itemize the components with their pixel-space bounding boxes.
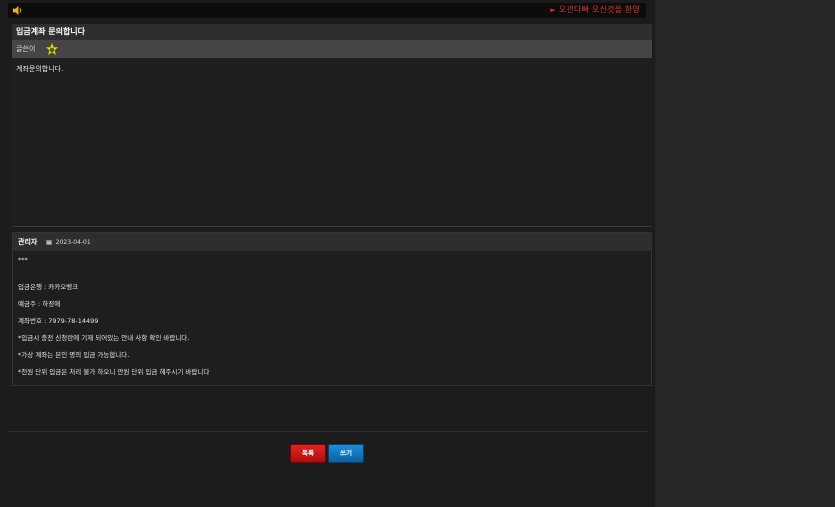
list-button[interactable]: 목록 [290,444,326,463]
reply-body: *** 입금은행 : 카카오뱅크 예금주 : 하정애 계좌번호 : 7979-7… [13,251,651,376]
notice-ticker: ► 오관다빠 오신것을 환영 [550,4,640,15]
reply-line: 입금은행 : 카카오뱅크 [18,283,79,291]
reply-header: 관리자 2023-04-01 [13,233,651,251]
post-author-label: 글쓴이 [16,45,36,53]
megaphone-icon: ► [550,6,556,14]
post-body: 계좌문의합니다. [16,65,64,73]
reply-comment: 관리자 2023-04-01 *** 입금은행 : 카카오뱅크 예금주 : 하정… [12,232,652,386]
top-notice-bar: ► 오관다빠 오신것을 환영 [8,3,646,18]
reply-line: 예금주 : 하정애 [18,300,61,308]
board-frame: ► 오관다빠 오신것을 환영 입금계좌 문의합니다 글쓴이 계좌문의합니다. 관리… [0,0,655,507]
reply-date: 2023-04-01 [55,239,91,246]
reply-line: *가상 계좌는 본인 명의 입금 가능합니다. [18,351,130,359]
speaker-icon[interactable] [12,5,23,16]
reply-line: *입금시 충전 신청란에 기재 되어있는 안내 사항 확인 바랍니다. [18,334,190,342]
footer-divider [8,431,648,432]
reply-line: *** [18,256,28,264]
level-star-icon [45,42,59,56]
post-view: 입금계좌 문의합니다 글쓴이 계좌문의합니다. [12,24,652,227]
post-title: 입금계좌 문의합니다 [12,24,652,40]
reply-author: 관리자 [18,238,38,246]
reply-line: *천원 단위 입금은 처리 불가 하오니 만원 단위 입금 해주시기 바랍니다 [18,368,210,376]
post-meta: 글쓴이 [12,40,652,58]
write-button[interactable]: 쓰기 [328,444,364,463]
ticker-text: 오관다빠 오신것을 환영 [558,5,640,14]
reply-line: 계좌번호 : 7979-78-14499 [18,317,99,325]
calendar-icon [45,240,52,245]
